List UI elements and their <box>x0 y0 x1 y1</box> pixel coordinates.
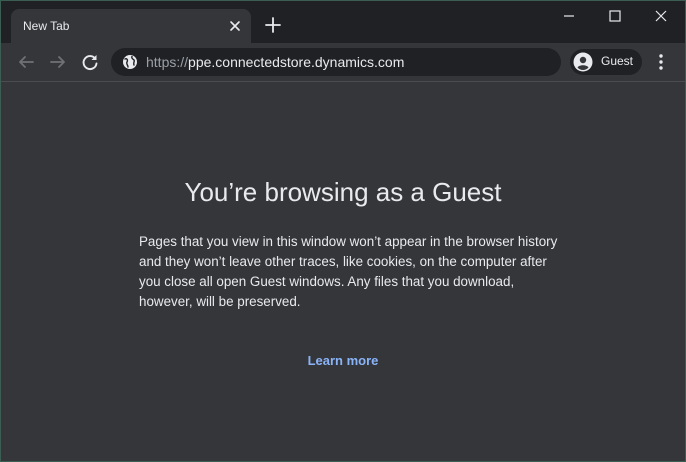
browser-toolbar: https://ppe.connectedstore.dynamics.com … <box>1 43 685 82</box>
browser-window: New Tab https://ppe.connectedstore.dynam… <box>0 0 686 462</box>
address-bar[interactable]: https://ppe.connectedstore.dynamics.com <box>111 48 561 76</box>
account-circle-icon <box>573 52 593 72</box>
close-icon[interactable] <box>227 18 243 34</box>
url-scheme: https:// <box>146 54 189 70</box>
page-title: You’re browsing as a Guest <box>184 177 502 207</box>
learn-more-link[interactable]: Learn more <box>1 353 685 368</box>
globe-icon[interactable] <box>122 54 138 70</box>
more-vert-icon[interactable] <box>653 52 669 72</box>
url-text: https://ppe.connectedstore.dynamics.com <box>146 54 404 70</box>
tab-new-tab[interactable]: New Tab <box>11 9 251 43</box>
reload-icon[interactable] <box>79 51 101 73</box>
url-host: ppe.connectedstore.dynamics.com <box>188 54 405 70</box>
maximize-icon[interactable] <box>592 1 638 31</box>
guest-description: Pages that you view in this window won’t… <box>139 234 558 309</box>
guest-page: You’re browsing as a Guest Pages that yo… <box>1 82 685 461</box>
arrow-right-icon[interactable] <box>47 51 69 73</box>
profile-button[interactable]: Guest <box>570 49 642 75</box>
plus-icon[interactable] <box>263 15 283 35</box>
profile-label: Guest <box>601 54 634 68</box>
tab-title: New Tab <box>23 19 70 33</box>
close-icon[interactable] <box>638 1 684 31</box>
arrow-left-icon[interactable] <box>15 51 37 73</box>
minimize-icon[interactable] <box>546 1 592 31</box>
tab-strip: New Tab <box>1 1 685 43</box>
